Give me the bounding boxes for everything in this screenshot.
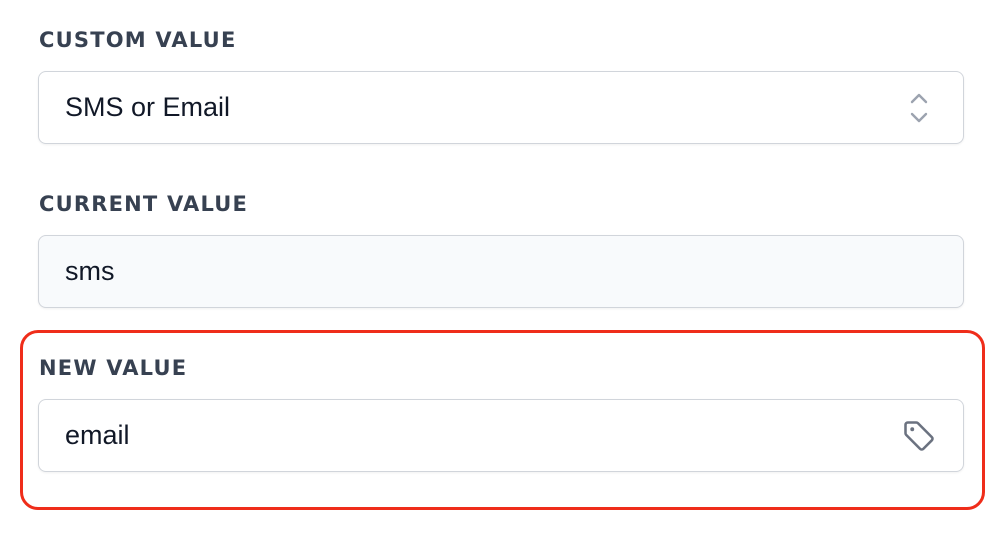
chevron-up-down-icon [901,90,937,126]
new-value-label: NEW VALUE [39,356,188,380]
custom-value-select[interactable]: SMS or Email [38,71,964,144]
new-value-text: email [65,420,130,450]
custom-value-label: CUSTOM VALUE [39,28,237,52]
current-value-text: sms [65,256,115,286]
current-value-field: sms [38,235,964,308]
new-value-input[interactable]: email [38,399,964,472]
tag-icon [901,418,937,454]
current-value-label: CURRENT VALUE [39,192,249,216]
custom-value-selected: SMS or Email [65,92,231,122]
